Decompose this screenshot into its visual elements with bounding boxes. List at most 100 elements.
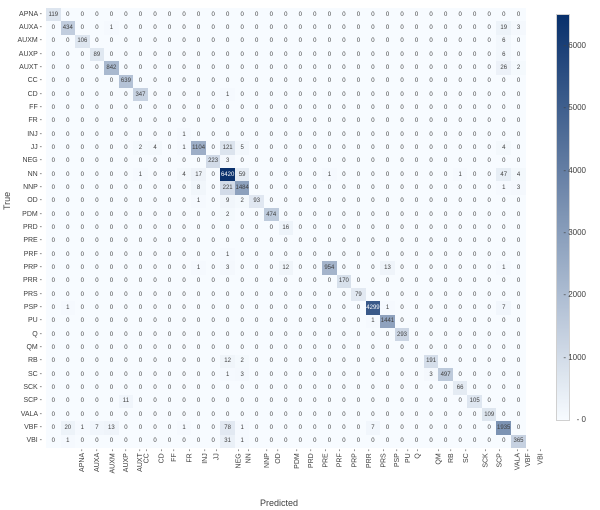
cell: 0 [409,248,424,261]
cell: 0 [249,141,264,154]
cell: 0 [220,101,235,114]
cell: 0 [75,261,90,274]
cell: 0 [90,101,105,114]
cell: 434 [61,21,76,34]
cell: 0 [264,288,279,301]
cell: 0 [453,395,468,408]
cell: 1 [191,261,206,274]
cell: 0 [467,141,482,154]
cell: 0 [46,88,61,101]
cell: 0 [438,115,453,128]
cell: 0 [409,75,424,88]
cell: 0 [104,368,119,381]
cell: 0 [133,101,148,114]
cell: 0 [453,341,468,354]
cell: 0 [395,368,410,381]
cell: 0 [482,128,497,141]
cell: 0 [322,195,337,208]
cell: 0 [206,128,221,141]
cell: 0 [409,355,424,368]
cell: 0 [366,221,381,234]
cell: 0 [90,128,105,141]
cell: 0 [119,21,134,34]
cell: 0 [279,301,294,314]
cell: 0 [90,341,105,354]
cell: 0 [308,88,323,101]
cell: 0 [511,355,526,368]
cell: 0 [191,128,206,141]
cell: 0 [104,301,119,314]
cell: 0 [162,101,177,114]
cell: 0 [496,315,511,328]
cell: 0 [75,341,90,354]
cell: 0 [409,341,424,354]
cell: 0 [293,381,308,394]
cell: 0 [337,395,352,408]
cell: 0 [467,168,482,181]
cell: 0 [322,75,337,88]
cell: 0 [308,208,323,221]
cell: 0 [511,235,526,248]
cell: 0 [438,221,453,234]
cell: 0 [191,8,206,21]
cell: 0 [395,315,410,328]
cell: 0 [424,61,439,74]
cell: 0 [366,328,381,341]
cell: 0 [293,128,308,141]
cell: 0 [409,435,424,449]
cell: 0 [148,195,163,208]
cell: 0 [162,315,177,328]
cell: 0 [75,381,90,394]
cell: 1 [220,88,235,101]
cell: 0 [220,408,235,421]
cell: 0 [119,435,134,449]
cell: 0 [511,48,526,61]
cell: 0 [366,101,381,114]
cell: 0 [46,395,61,408]
cell: 0 [249,341,264,354]
cell: 0 [308,328,323,341]
cell: 0 [308,61,323,74]
cell: 0 [148,275,163,288]
cell: 0 [351,181,366,194]
y-tick: SCP - [0,397,44,404]
cell: 0 [322,328,337,341]
cell: 1 [220,248,235,261]
cell: 0 [380,155,395,168]
cell: 0 [467,248,482,261]
cell: 0 [308,275,323,288]
cell: 4 [148,141,163,154]
cell: 0 [482,21,497,34]
y-tick: PRR - [0,277,44,284]
cell: 0 [496,408,511,421]
cell: 0 [46,248,61,261]
cell: 0 [104,341,119,354]
cell: 0 [61,181,76,194]
cell: 0 [46,208,61,221]
cell: 0 [351,341,366,354]
cell: 0 [206,141,221,154]
cell: 0 [467,35,482,48]
cell: 0 [511,248,526,261]
cell: 0 [453,101,468,114]
colorbar-tick: - 3000 [563,228,586,237]
cell: 0 [249,248,264,261]
cell: 0 [322,88,337,101]
cell: 0 [337,248,352,261]
cell: 0 [148,261,163,274]
cell: 0 [264,368,279,381]
cell: 0 [75,315,90,328]
cell: 0 [220,35,235,48]
cell: 0 [46,261,61,274]
cell: 0 [308,128,323,141]
y-tick: NNP - [0,184,44,191]
cell: 0 [235,221,250,234]
cell: 0 [279,61,294,74]
cell: 0 [293,301,308,314]
y-tick: NN - [0,171,44,178]
cell: 0 [293,75,308,88]
cell: 0 [61,75,76,88]
cell: 0 [453,328,468,341]
cell: 0 [337,261,352,274]
cell: 0 [90,315,105,328]
